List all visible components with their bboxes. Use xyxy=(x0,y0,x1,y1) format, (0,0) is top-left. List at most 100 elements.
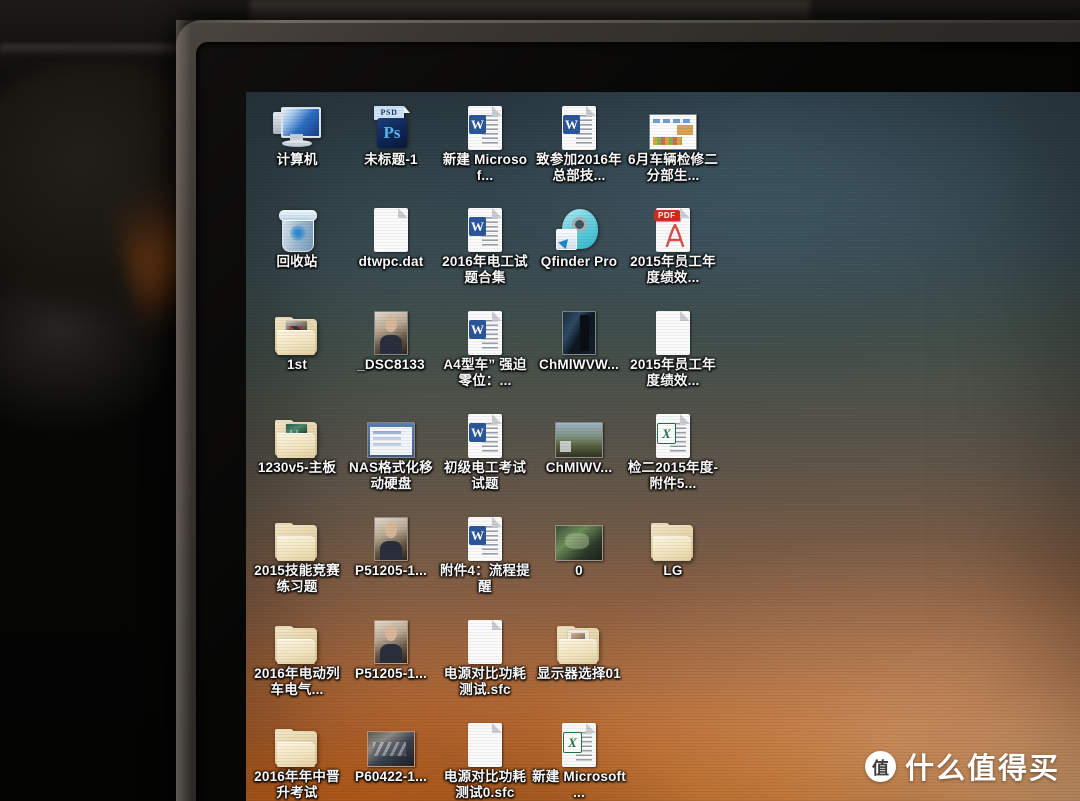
icon-label: NAS格式化移动硬盘 xyxy=(349,460,433,491)
desktop-icon-junior-exam[interactable]: W 初级电工考试试题 xyxy=(438,408,532,492)
icon-label: ChMlWV... xyxy=(545,460,613,475)
desktop-icon-dtwpc-dat[interactable]: dtwpc.dat xyxy=(344,202,438,270)
desktop-icon-chmlwvw-a[interactable]: ChMlWVW... xyxy=(532,305,626,373)
icon-art xyxy=(250,100,344,150)
word-document-icon: W xyxy=(468,311,502,355)
desktop-icon-emu-2016[interactable]: 2016年电动列车电气... xyxy=(250,614,344,698)
desktop-icon-1230v5-board[interactable]: 1230v5-主板 xyxy=(250,408,344,476)
excel-document-icon: X xyxy=(562,723,596,767)
icon-art: X xyxy=(626,408,720,458)
desktop-icon-power-sfc[interactable]: 电源对比功耗测试.sfc xyxy=(438,614,532,698)
icon-label: 6月车辆检修二分部生... xyxy=(628,152,718,183)
generic-file-icon xyxy=(468,620,502,664)
word-document-icon: W xyxy=(468,414,502,458)
photoshop-file-icon: PSD Ps xyxy=(372,106,410,150)
icon-art xyxy=(344,408,438,458)
folder-icon xyxy=(557,626,601,664)
icon-label: P60422-1... xyxy=(354,769,427,784)
photo-thumbnail-icon xyxy=(367,731,415,767)
icon-label: 新建 Microsof... xyxy=(442,152,528,183)
photo-thumbnail-icon xyxy=(374,620,408,664)
desktop-icon-attach-4[interactable]: W 附件4：流程提醒 xyxy=(438,511,532,595)
desktop-icon-nas-format[interactable]: NAS格式化移动硬盘 xyxy=(344,408,438,492)
icon-art xyxy=(344,305,438,355)
desktop-icon-recycle-bin[interactable]: 回收站 xyxy=(250,202,344,270)
icon-art xyxy=(250,305,344,355)
desktop-icon-qfinder-pro[interactable]: Qfinder Pro xyxy=(532,202,626,270)
desktop-icon-chmlwvw-b[interactable]: ChMlWV... xyxy=(532,408,626,476)
pdf-document-icon: PDF xyxy=(654,208,690,252)
desktop-icon-midyear-2016[interactable]: 2016年年中晋升考试 xyxy=(250,717,344,801)
icon-art xyxy=(250,511,344,561)
icon-art: W xyxy=(438,305,532,355)
desktop-icon-first[interactable]: 1st xyxy=(250,305,344,373)
desktop-icon-p51205-1-b[interactable]: P51205-1... xyxy=(344,614,438,682)
folder-icon xyxy=(275,420,319,458)
generic-file-icon xyxy=(656,311,690,355)
photo-thumbnail-icon xyxy=(374,311,408,355)
icon-label: Qfinder Pro xyxy=(540,254,618,269)
generic-file-icon xyxy=(468,723,502,767)
folder-icon xyxy=(275,523,319,561)
desktop-icon-untitled-1[interactable]: PSD Ps 未标题-1 xyxy=(344,100,438,168)
icon-label: 检二2015年度-附件5... xyxy=(627,460,719,491)
photo-thumbnail-icon xyxy=(555,422,603,458)
icon-label: 电源对比功耗测试.sfc xyxy=(443,666,527,697)
icon-art xyxy=(344,614,438,664)
computer-icon xyxy=(273,106,321,150)
desktop-icon-letter-2016[interactable]: W 致参加2016年总部技... xyxy=(532,100,626,184)
word-document-icon: W xyxy=(468,106,502,150)
icon-label: 2015年员工年度绩效... xyxy=(630,254,716,285)
photo-thumbnail-icon xyxy=(374,517,408,561)
icon-art: W xyxy=(438,408,532,458)
photo-thumbnail-icon xyxy=(562,311,596,355)
icon-art xyxy=(250,202,344,252)
word-document-icon: W xyxy=(562,106,596,150)
icon-art: PSD Ps xyxy=(344,100,438,150)
icon-label: 2015年员工年度绩效... xyxy=(630,357,716,388)
laptop-screen[interactable]: 计算机 PSD Ps 未标题-1 W 新建 Microsof... W 致参加2016年总部技… xyxy=(246,92,1080,801)
icon-label: 电源对比功耗测试0.sfc xyxy=(443,769,527,800)
screenshot-thumbnail-icon xyxy=(367,422,415,458)
icon-art xyxy=(626,305,720,355)
icon-label: 2016年年中晋升考试 xyxy=(254,769,340,800)
icon-label: ChMlWVW... xyxy=(539,357,619,372)
image-thumbnail-icon xyxy=(649,114,697,150)
desktop-icon-electrician[interactable]: W 2016年电工试题合集 xyxy=(438,202,532,286)
generic-file-icon xyxy=(374,208,408,252)
folder-icon xyxy=(275,626,319,664)
icon-label: 计算机 xyxy=(276,152,318,167)
icon-label: P51205-1... xyxy=(354,563,427,578)
desktop-icon-p60422-1[interactable]: P60422-1... xyxy=(344,717,438,785)
desktop-icon-p51205-1-a[interactable]: P51205-1... xyxy=(344,511,438,579)
icon-label: 致参加2016年总部技... xyxy=(536,152,622,183)
icon-art xyxy=(344,511,438,561)
desktop-icon-new-word-doc[interactable]: W 新建 Microsof... xyxy=(438,100,532,184)
desktop-icon-perf-2015[interactable]: PDF 2015年员工年度绩效... xyxy=(626,202,720,286)
desktop-icon-monitor-sel[interactable]: 显示器选择01 xyxy=(532,614,626,682)
icon-art xyxy=(250,408,344,458)
desktop-icon-perf-2015-b[interactable]: 2015年员工年度绩效... xyxy=(626,305,720,389)
icon-art xyxy=(532,614,626,664)
desktop-icon-skills-2015[interactable]: 2015技能竞赛练习题 xyxy=(250,511,344,595)
icon-art xyxy=(344,717,438,767)
icon-label: 1st xyxy=(286,357,308,372)
icon-label: _DSC8133 xyxy=(357,357,425,372)
desktop-icon-jian2-2015[interactable]: X 检二2015年度-附件5... xyxy=(626,408,720,492)
icon-label: 回收站 xyxy=(276,254,318,269)
desktop-icon-june-vehicle[interactable]: 6月车辆检修二分部生... xyxy=(626,100,720,184)
icon-art xyxy=(626,100,720,150)
icon-label: 初级电工考试试题 xyxy=(443,460,527,491)
icon-label: 1230v5-主板 xyxy=(257,460,337,475)
desktop-icon-lg[interactable]: LG xyxy=(626,511,720,579)
desktop-icon-dsc8133[interactable]: _DSC8133 xyxy=(344,305,438,373)
desktop-icon-a4-type-car[interactable]: W A4型车” 强迫零位：... xyxy=(438,305,532,389)
icon-art xyxy=(626,511,720,561)
icon-label: dtwpc.dat xyxy=(358,254,424,269)
desktop-icon-new-excel[interactable]: X 新建 Microsoft ... xyxy=(532,717,626,801)
desktop-icon-computer[interactable]: 计算机 xyxy=(250,100,344,168)
desktop-icon-zero[interactable]: 0 xyxy=(532,511,626,579)
icon-label: 新建 Microsoft ... xyxy=(532,769,626,800)
desktop-icon-power-sfc-0[interactable]: 电源对比功耗测试0.sfc xyxy=(438,717,532,801)
icon-label: LG xyxy=(663,563,683,578)
